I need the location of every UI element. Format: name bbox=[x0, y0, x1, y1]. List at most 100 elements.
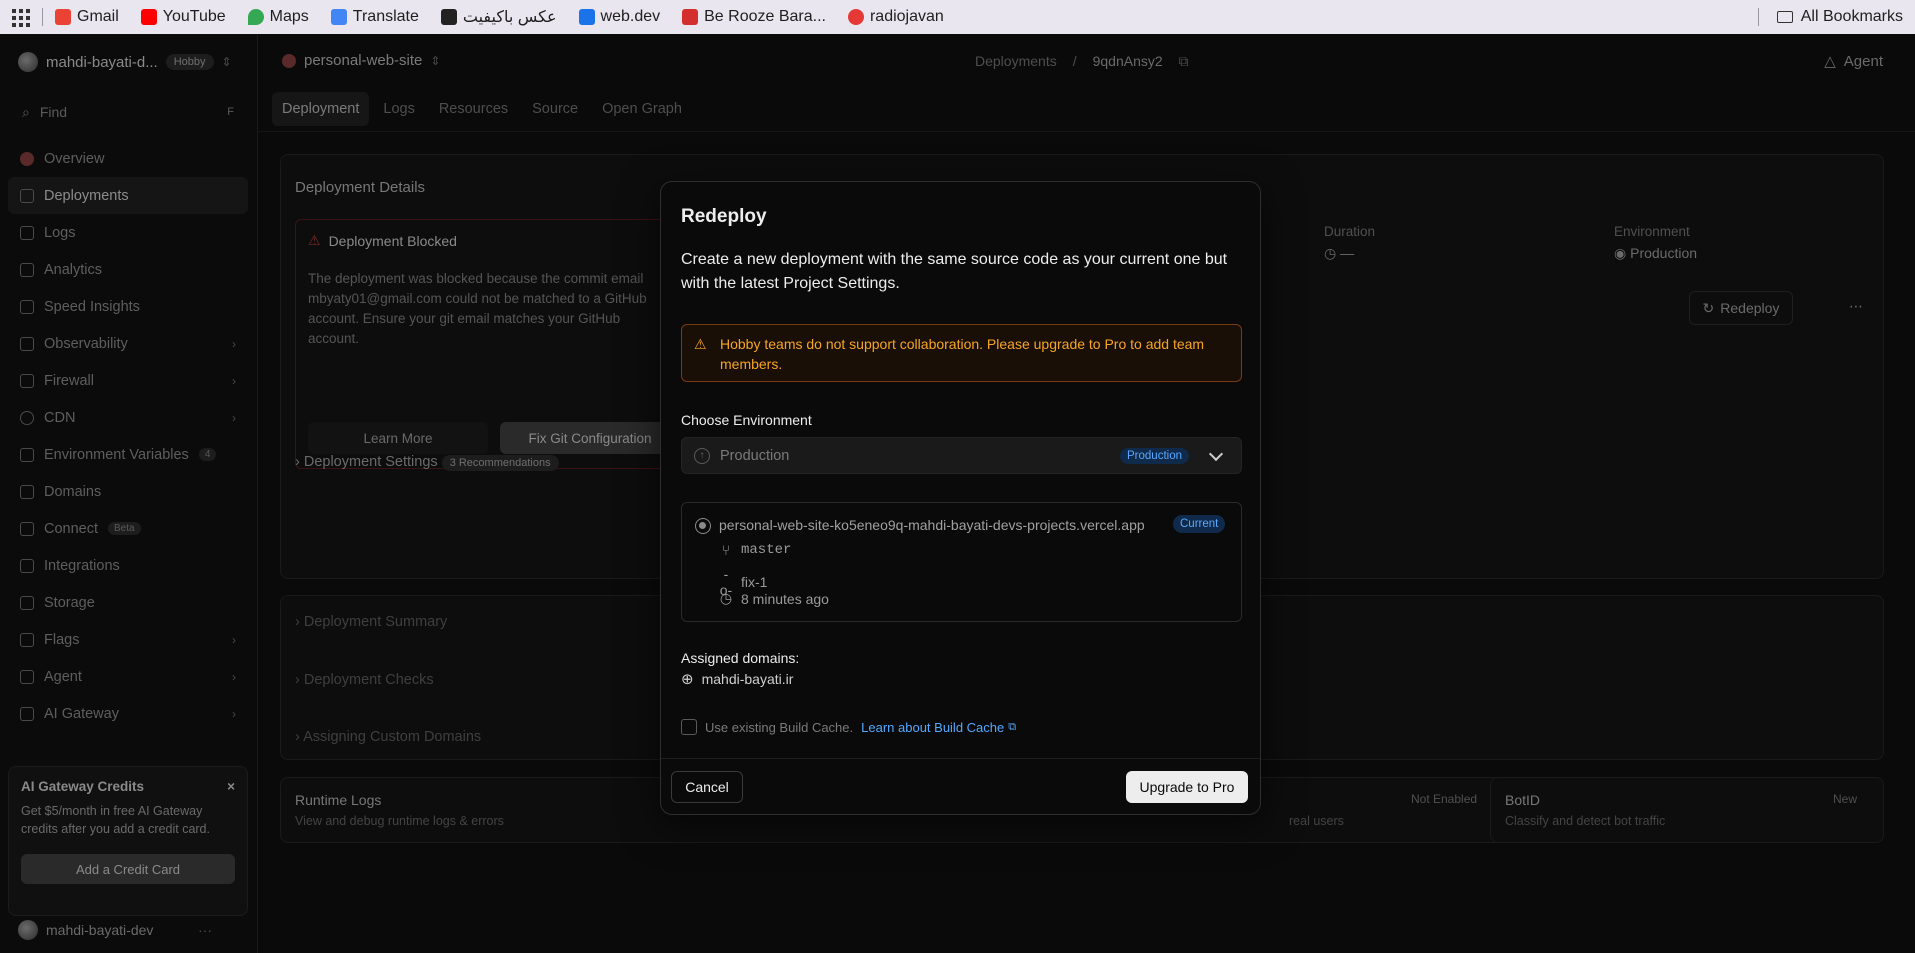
apps-grid-icon[interactable] bbox=[10, 7, 30, 27]
bookmark-maps[interactable]: Maps bbox=[247, 8, 309, 26]
tab-logs[interactable]: Logs bbox=[373, 92, 424, 126]
team-switcher[interactable]: mahdi-bayati-d... Hobby ⇕ bbox=[18, 52, 232, 72]
current-badge: Current bbox=[1173, 515, 1226, 533]
deployment-option[interactable]: personal-web-site-ko5eneo9q-mahdi-bayati… bbox=[681, 502, 1242, 622]
logs-icon bbox=[20, 225, 34, 240]
sidebar-item-label: AI Gateway bbox=[44, 705, 119, 722]
agent-button[interactable]: △ Agent bbox=[1824, 52, 1883, 71]
deployment-radio[interactable] bbox=[695, 518, 711, 534]
dialog-title: Redeploy bbox=[681, 206, 767, 227]
bookmark-radiojavan[interactable]: radiojavan bbox=[847, 8, 944, 26]
production-icon: ◉ bbox=[1614, 245, 1627, 261]
sidebar-nav: Overview Deployments Logs Analytics Spee… bbox=[8, 140, 248, 732]
branch-name: master bbox=[741, 542, 792, 558]
topbar: personal-web-site ⇕ Deployments / 9qdnAn… bbox=[258, 34, 1915, 94]
learn-more-button[interactable]: Learn More bbox=[308, 422, 488, 454]
bookmark-label: Gmail bbox=[77, 8, 119, 25]
sidebar-item-cdn[interactable]: CDN › bbox=[8, 399, 248, 436]
production-icon: ↑ bbox=[694, 447, 710, 464]
deployment-checks-row[interactable]: › Deployment Checks bbox=[295, 672, 434, 688]
upgrade-to-pro-button[interactable]: Upgrade to Pro bbox=[1126, 771, 1248, 803]
sidebar-item-deployments[interactable]: Deployments bbox=[8, 177, 248, 214]
tab-open-graph[interactable]: Open Graph bbox=[592, 92, 692, 126]
deployments-icon bbox=[20, 188, 34, 203]
checks-label: Deployment Checks bbox=[303, 672, 434, 688]
user-menu[interactable]: mahdi-bayati-dev ··· bbox=[18, 920, 240, 940]
all-bookmarks-button[interactable]: All Bookmarks bbox=[1757, 0, 1903, 34]
bookmark-be-rooze-bara[interactable]: Be Rooze Bara... bbox=[682, 8, 826, 26]
bookmark-translate[interactable]: Translate bbox=[330, 8, 419, 26]
deployment-settings-row[interactable]: › Deployment Settings 3 Recommendations bbox=[295, 454, 559, 471]
sidebar-item-label: Observability bbox=[44, 335, 128, 352]
assigned-domain: ⊕ mahdi-bayati.ir bbox=[681, 670, 793, 688]
dialog-footer: Cancel Upgrade to Pro bbox=[661, 758, 1260, 815]
production-badge: Production bbox=[1120, 447, 1189, 464]
breadcrumb-deployment-id[interactable]: 9qdnAnsy2 bbox=[1093, 53, 1163, 70]
fix-git-configuration-button[interactable]: Fix Git Configuration bbox=[500, 422, 680, 454]
sidebar-item-label: CDN bbox=[44, 409, 76, 426]
sidebar-item-label: Logs bbox=[44, 224, 76, 241]
sidebar-item-flags[interactable]: Flags › bbox=[8, 621, 248, 658]
youtube-icon bbox=[140, 9, 157, 25]
more-icon[interactable]: ··· bbox=[198, 922, 212, 938]
botid-card[interactable]: BotID New Classify and detect bot traffi… bbox=[1490, 777, 1884, 843]
sidebar-item-logs[interactable]: Logs bbox=[8, 214, 248, 251]
redeploy-label: Redeploy bbox=[1720, 300, 1780, 316]
domain-name: mahdi-bayati.ir bbox=[701, 671, 794, 687]
clock-icon: ◷ bbox=[719, 590, 733, 606]
tab-resources[interactable]: Resources bbox=[429, 92, 518, 126]
bookmark-gmail[interactable]: Gmail bbox=[55, 8, 119, 26]
add-credit-card-button[interactable]: Add a Credit Card bbox=[21, 854, 235, 884]
sidebar-item-environment-variables[interactable]: Environment Variables 4 bbox=[8, 436, 248, 473]
ai-gateway-credits-card: AI Gateway Credits × Get $5/month in free… bbox=[8, 766, 248, 916]
radiojavan-icon bbox=[847, 9, 864, 25]
tab-source[interactable]: Source bbox=[522, 92, 588, 126]
find-input[interactable]: ⌕ Find F bbox=[12, 96, 244, 128]
duration-label: Duration bbox=[1324, 224, 1376, 239]
agent-icon bbox=[20, 669, 34, 684]
project-avatar bbox=[282, 53, 296, 68]
all-bookmarks-label: All Bookmarks bbox=[1800, 8, 1903, 25]
custom-domains-row[interactable]: › Assigning Custom Domains bbox=[295, 729, 481, 745]
tab-deployment[interactable]: Deployment bbox=[272, 92, 370, 126]
tab-bar: Deployment Logs Resources Source Open Gr… bbox=[272, 92, 692, 126]
redeploy-button[interactable]: ↻ Redeploy bbox=[1689, 291, 1793, 325]
environment-select[interactable]: ↑ Production Production bbox=[681, 437, 1242, 474]
sidebar-item-domains[interactable]: Domains bbox=[8, 473, 248, 510]
sidebar-item-analytics[interactable]: Analytics bbox=[8, 251, 248, 288]
translate-icon bbox=[330, 9, 347, 25]
bookmark-youtube[interactable]: YouTube bbox=[140, 8, 226, 26]
bookmark-webdev[interactable]: web.dev bbox=[578, 8, 660, 26]
choose-environment-label: Choose Environment bbox=[681, 412, 812, 428]
sidebar-item-overview[interactable]: Overview bbox=[8, 140, 248, 177]
divider bbox=[258, 131, 1915, 132]
analytics-icon bbox=[20, 262, 34, 277]
sidebar-item-firewall[interactable]: Firewall › bbox=[8, 362, 248, 399]
deployment-details-title: Deployment Details bbox=[295, 179, 426, 196]
sidebar-item-observability[interactable]: Observability › bbox=[8, 325, 248, 362]
env-vars-icon bbox=[20, 447, 34, 462]
build-cache-checkbox[interactable] bbox=[681, 719, 697, 735]
close-icon[interactable]: × bbox=[227, 779, 235, 794]
warning-text: Hobby teams do not support collaboration… bbox=[720, 336, 1205, 372]
breadcrumb-deployments[interactable]: Deployments bbox=[975, 53, 1057, 70]
sidebar-item-connect[interactable]: Connect Beta bbox=[8, 510, 248, 547]
sidebar-item-agent[interactable]: Agent › bbox=[8, 658, 248, 695]
cancel-button[interactable]: Cancel bbox=[671, 771, 743, 803]
sidebar-item-storage[interactable]: Storage bbox=[8, 584, 248, 621]
sidebar-item-ai-gateway[interactable]: AI Gateway › bbox=[8, 695, 248, 732]
site-icon bbox=[682, 9, 699, 25]
project-switcher[interactable]: personal-web-site ⇕ bbox=[282, 52, 440, 69]
learn-build-cache-link[interactable]: Learn about Build Cache ⧉ bbox=[861, 720, 1016, 735]
bookmark-aks-bakeyfiat[interactable]: عکس باکیفیت bbox=[440, 7, 557, 27]
more-options-icon[interactable]: ⋯ bbox=[1849, 298, 1863, 315]
observability-icon bbox=[20, 336, 34, 351]
sidebar-item-speed-insights[interactable]: Speed Insights bbox=[8, 288, 248, 325]
dialog-description: Create a new deployment with the same so… bbox=[681, 251, 1228, 292]
build-cache-option: Use existing Build Cache. Learn about Bu… bbox=[681, 719, 1016, 735]
copy-icon[interactable]: ⧉ bbox=[1179, 53, 1189, 70]
environment-value: Production bbox=[720, 447, 790, 464]
deployment-summary-row[interactable]: › Deployment Summary bbox=[295, 614, 447, 630]
bookmark-label: YouTube bbox=[162, 8, 226, 25]
sidebar-item-integrations[interactable]: Integrations bbox=[8, 547, 248, 584]
